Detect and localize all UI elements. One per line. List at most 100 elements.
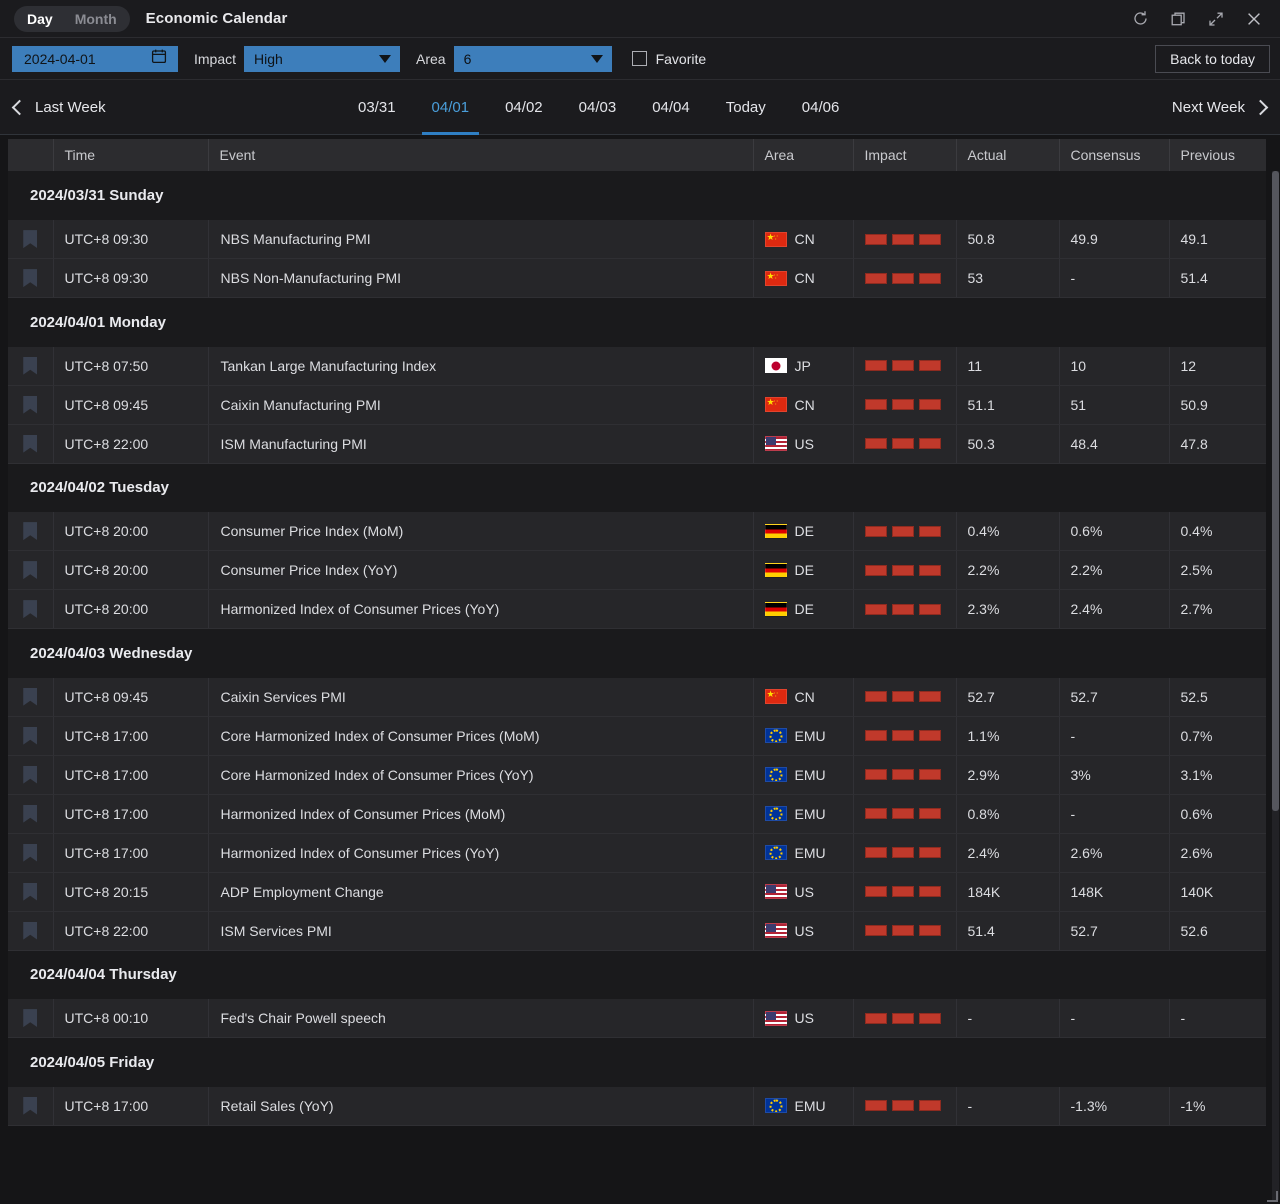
favorite-checkbox[interactable] bbox=[632, 51, 647, 66]
date-picker[interactable]: 2024-04-01 bbox=[12, 46, 178, 72]
day-tab[interactable]: 03/31 bbox=[340, 80, 414, 135]
chevron-right-icon bbox=[1253, 99, 1269, 115]
impact-label: Impact bbox=[194, 51, 236, 67]
table-row[interactable]: UTC+8 20:00Consumer Price Index (MoM)DE0… bbox=[8, 512, 1266, 551]
table-row[interactable]: UTC+8 07:50Tankan Large Manufacturing In… bbox=[8, 347, 1266, 386]
table-row[interactable]: UTC+8 17:00Core Harmonized Index of Cons… bbox=[8, 755, 1266, 794]
restore-icon[interactable] bbox=[1168, 9, 1188, 29]
impact-select[interactable]: High bbox=[244, 46, 400, 72]
table-row[interactable]: UTC+8 22:00ISM Services PMIUS51.452.752.… bbox=[8, 911, 1266, 950]
next-week-button[interactable]: Next Week bbox=[1172, 99, 1266, 116]
day-tab[interactable]: 04/03 bbox=[561, 80, 635, 135]
cell-previous: 49.1 bbox=[1169, 220, 1266, 259]
impact-indicator bbox=[865, 912, 956, 950]
bookmark-cell[interactable] bbox=[8, 716, 53, 755]
expand-icon[interactable] bbox=[1206, 9, 1226, 29]
area-code: DE bbox=[795, 601, 814, 617]
area-code: US bbox=[795, 1010, 814, 1026]
bookmark-icon[interactable] bbox=[23, 727, 37, 745]
bookmark-icon[interactable] bbox=[23, 561, 37, 579]
bookmark-cell[interactable] bbox=[8, 590, 53, 629]
bookmark-cell[interactable] bbox=[8, 755, 53, 794]
table-row[interactable]: UTC+8 17:00Harmonized Index of Consumer … bbox=[8, 833, 1266, 872]
day-tab[interactable]: 04/02 bbox=[487, 80, 561, 135]
table-row[interactable]: UTC+8 09:45Caixin Manufacturing PMICN51.… bbox=[8, 385, 1266, 424]
close-icon[interactable] bbox=[1244, 9, 1264, 29]
favorite-filter[interactable]: Favorite bbox=[632, 51, 707, 67]
refresh-icon[interactable] bbox=[1130, 9, 1150, 29]
bookmark-icon[interactable] bbox=[23, 269, 37, 287]
bookmark-cell[interactable] bbox=[8, 678, 53, 717]
day-tab[interactable]: Today bbox=[708, 80, 784, 135]
bookmark-icon[interactable] bbox=[23, 844, 37, 862]
bookmark-cell[interactable] bbox=[8, 872, 53, 911]
table-row[interactable]: UTC+8 00:10Fed's Chair Powell speechUS--… bbox=[8, 999, 1266, 1038]
table-row[interactable]: UTC+8 09:45Caixin Services PMICN52.752.7… bbox=[8, 678, 1266, 717]
table-row[interactable]: UTC+8 17:00Core Harmonized Index of Cons… bbox=[8, 716, 1266, 755]
bookmark-icon[interactable] bbox=[23, 805, 37, 823]
day-tab[interactable]: 04/04 bbox=[634, 80, 708, 135]
bookmark-icon[interactable] bbox=[23, 396, 37, 414]
table-row[interactable]: UTC+8 17:00Retail Sales (YoY)EMU--1.3%-1… bbox=[8, 1087, 1266, 1126]
back-to-today-button[interactable]: Back to today bbox=[1155, 45, 1270, 73]
view-mode-month[interactable]: Month bbox=[64, 6, 128, 32]
table-row[interactable]: UTC+8 09:30NBS Manufacturing PMICN50.849… bbox=[8, 220, 1266, 259]
bookmark-icon[interactable] bbox=[23, 1009, 37, 1027]
bookmark-icon[interactable] bbox=[23, 1097, 37, 1115]
column-header-consensus: Consensus bbox=[1059, 139, 1169, 171]
impact-indicator bbox=[865, 756, 956, 794]
cell-area: US bbox=[753, 872, 853, 911]
bookmark-cell[interactable] bbox=[8, 999, 53, 1038]
impact-bar bbox=[919, 526, 941, 537]
bookmark-cell[interactable] bbox=[8, 1087, 53, 1126]
bookmark-icon[interactable] bbox=[23, 230, 37, 248]
impact-bar bbox=[865, 691, 887, 702]
area-label: Area bbox=[416, 51, 446, 67]
bookmark-cell[interactable] bbox=[8, 259, 53, 298]
bookmark-cell[interactable] bbox=[8, 385, 53, 424]
resize-grip[interactable] bbox=[1267, 1191, 1278, 1202]
bookmark-icon[interactable] bbox=[23, 883, 37, 901]
bookmark-cell[interactable] bbox=[8, 424, 53, 463]
cell-previous: -1% bbox=[1169, 1087, 1266, 1126]
area-select[interactable]: 6 bbox=[454, 46, 612, 72]
column-header-previous: Previous bbox=[1169, 139, 1266, 171]
table-row[interactable]: UTC+8 17:00Harmonized Index of Consumer … bbox=[8, 794, 1266, 833]
cell-actual: 50.8 bbox=[956, 220, 1059, 259]
bookmark-icon[interactable] bbox=[23, 922, 37, 940]
vertical-scrollbar[interactable] bbox=[1272, 171, 1279, 1200]
table-row[interactable]: UTC+8 20:00Harmonized Index of Consumer … bbox=[8, 590, 1266, 629]
table-row[interactable]: UTC+8 22:00ISM Manufacturing PMIUS50.348… bbox=[8, 424, 1266, 463]
bookmark-cell[interactable] bbox=[8, 220, 53, 259]
bookmark-icon[interactable] bbox=[23, 522, 37, 540]
impact-bar bbox=[865, 1100, 887, 1111]
bookmark-cell[interactable] bbox=[8, 833, 53, 872]
cell-previous: 2.7% bbox=[1169, 590, 1266, 629]
cell-time: UTC+8 20:00 bbox=[53, 512, 208, 551]
scrollbar-thumb[interactable] bbox=[1272, 171, 1279, 811]
bookmark-icon[interactable] bbox=[23, 688, 37, 706]
bookmark-icon[interactable] bbox=[23, 435, 37, 453]
view-mode-day[interactable]: Day bbox=[16, 6, 64, 32]
bookmark-icon[interactable] bbox=[23, 600, 37, 618]
last-week-button[interactable]: Last Week bbox=[14, 99, 106, 116]
day-tab[interactable]: 04/06 bbox=[784, 80, 858, 135]
table-row[interactable]: UTC+8 20:00Consumer Price Index (YoY)DE2… bbox=[8, 551, 1266, 590]
view-mode-toggle[interactable]: Day Month bbox=[14, 6, 130, 32]
bookmark-cell[interactable] bbox=[8, 347, 53, 386]
impact-bar bbox=[919, 808, 941, 819]
table-row[interactable]: UTC+8 20:15ADP Employment ChangeUS184K14… bbox=[8, 872, 1266, 911]
bookmark-cell[interactable] bbox=[8, 794, 53, 833]
bookmark-icon[interactable] bbox=[23, 766, 37, 784]
bookmark-icon[interactable] bbox=[23, 357, 37, 375]
bookmark-cell[interactable] bbox=[8, 551, 53, 590]
day-tab[interactable]: 04/01 bbox=[414, 80, 488, 135]
impact-bar bbox=[865, 847, 887, 858]
bookmark-cell[interactable] bbox=[8, 911, 53, 950]
area-code: CN bbox=[795, 397, 815, 413]
chevron-down-icon bbox=[591, 55, 603, 63]
bookmark-cell[interactable] bbox=[8, 512, 53, 551]
table-row[interactable]: UTC+8 09:30NBS Non-Manufacturing PMICN53… bbox=[8, 259, 1266, 298]
chevron-left-icon bbox=[12, 99, 28, 115]
area-code: US bbox=[795, 884, 814, 900]
